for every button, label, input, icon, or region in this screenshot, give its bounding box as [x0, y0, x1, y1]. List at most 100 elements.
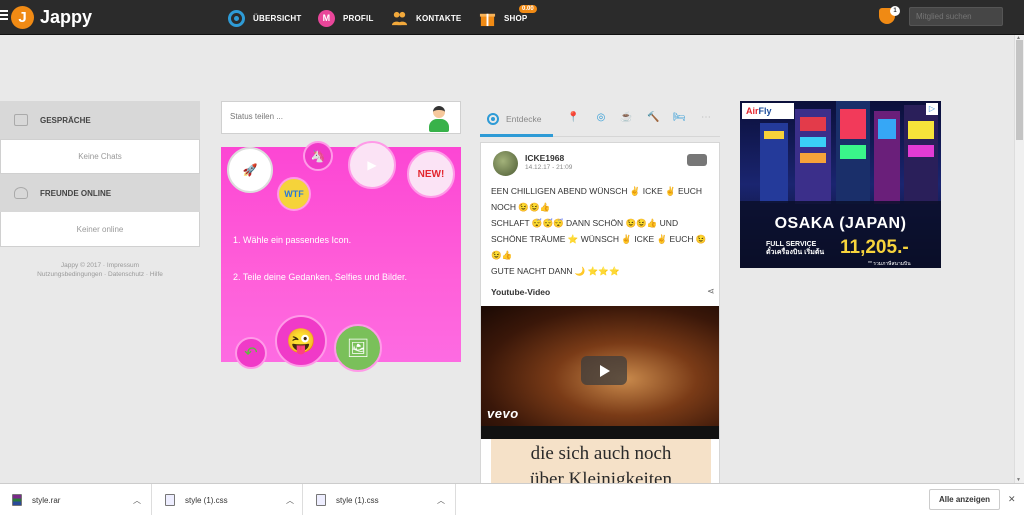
- nav-shop-label: SHOP: [504, 13, 528, 23]
- scrollbar-thumb[interactable]: [1016, 40, 1023, 140]
- post-line: 😉👍: [491, 250, 513, 260]
- feed-post: ICKE1968 14.12.17 - 21:09 EEN CHILLIGEN …: [480, 142, 720, 484]
- download-item[interactable]: style (1).css ︿: [304, 484, 456, 515]
- promo-step-1: 1. Wähle ein passendes Icon.: [233, 235, 352, 245]
- play-button[interactable]: [581, 356, 627, 385]
- chevron-up-icon[interactable]: ︿: [133, 495, 141, 506]
- user-icon: [14, 187, 28, 199]
- media-label: Youtube-Video: [491, 287, 551, 297]
- advertisement-banner[interactable]: AirFly ▷ OSAKA (JAPAN) FULL SERVICE ตั๋ว…: [740, 101, 941, 268]
- chats-header[interactable]: GESPRÄCHE: [0, 101, 200, 139]
- jappy-logo-icon[interactable]: J: [11, 6, 34, 29]
- friends-online-heading: FREUNDE ONLINE: [40, 188, 112, 198]
- ad-info-icon[interactable]: ▷: [926, 103, 938, 115]
- post-author-avatar[interactable]: [493, 151, 518, 176]
- post-line: SCHLAFT 😴😴😴 DANN SCHÖN 😉😉👍 UND: [491, 218, 679, 228]
- ad-title: OSAKA (JAPAN): [774, 215, 907, 232]
- selfie-camera-icon[interactable]: 😜: [275, 315, 327, 367]
- nav-uebersicht-label: ÜBERSICHT: [253, 13, 302, 23]
- discover-icon: [487, 113, 499, 125]
- shop-balance-badge: 0.00: [519, 5, 537, 13]
- css-file-icon: [165, 494, 175, 506]
- friends-empty-state: Keiner online: [0, 212, 200, 247]
- overview-icon: [228, 9, 245, 27]
- image-upload-icon[interactable]: 🖼: [334, 324, 382, 372]
- post-line: NOCH 😉😉👍: [491, 202, 551, 212]
- avatar-body: [429, 119, 449, 132]
- youtube-video-player[interactable]: vevo: [481, 306, 719, 439]
- post-timestamp: 14.12.17 - 21:09: [525, 164, 573, 171]
- footer-line-2[interactable]: Nutzungsbedingungen · Datenschutz · Hilf…: [0, 270, 200, 279]
- chevron-up-icon[interactable]: ︿: [437, 495, 445, 506]
- post-text: EEN CHILLIGEN ABEND WÜNSCH ✌ ICKE ✌ EUCH…: [491, 183, 713, 279]
- undo-arrow-icon[interactable]: ↶: [235, 337, 267, 369]
- top-navigation-bar: J Jappy ÜBERSICHT M PROFIL KONTAKTE SHOP…: [0, 0, 1024, 35]
- video-control-strip: [481, 426, 719, 439]
- download-item[interactable]: style.rar ︿: [0, 484, 152, 515]
- friends-online-header[interactable]: FREUNDE ONLINE: [0, 174, 200, 212]
- footer-line-1[interactable]: Jappy © 2017 · Impressum: [0, 261, 200, 270]
- footer-links: Jappy © 2017 · Impressum Nutzungsbedingu…: [0, 261, 200, 279]
- new-sticker-icon[interactable]: NEW!: [407, 150, 455, 198]
- location-pin-icon[interactable]: 📍: [567, 112, 579, 124]
- ad-service-line: FULL SERVICE: [766, 241, 817, 248]
- vevo-logo: vevo: [487, 406, 519, 421]
- nav-kontakte[interactable]: KONTAKTE: [391, 9, 461, 27]
- ad-logo-part-b: Fly: [758, 106, 772, 116]
- brand-name[interactable]: Jappy: [40, 7, 92, 28]
- quote-line-2: über Kleinigkeiten: [530, 469, 672, 484]
- download-filename: style (1).css: [185, 495, 228, 505]
- nav-kontakte-label: KONTAKTE: [416, 13, 462, 23]
- show-all-downloads-button[interactable]: Alle anzeigen: [929, 489, 1000, 510]
- unicorn-icon[interactable]: 🦄: [303, 141, 333, 171]
- nav-uebersicht[interactable]: ÜBERSICHT: [228, 9, 301, 27]
- status-promo-panel: 🚀 🦄 ▶ NEW! WTF 1. Wähle ein passendes Ic…: [221, 141, 461, 372]
- rar-file-icon: [12, 494, 22, 506]
- left-sidebar: GESPRÄCHE Keine Chats FREUNDE ONLINE Kei…: [0, 101, 200, 279]
- post-line: EEN CHILLIGEN ABEND WÜNSCH ✌ ICKE ✌ EUCH: [491, 186, 703, 196]
- ad-airline-logo: AirFly: [742, 103, 794, 119]
- own-avatar[interactable]: [427, 106, 451, 132]
- chevron-up-icon[interactable]: ︿: [286, 495, 294, 506]
- notification-count-badge: 1: [890, 6, 900, 16]
- contacts-icon: [391, 11, 408, 25]
- download-filename: style (1).css: [336, 495, 379, 505]
- ad-service: FULL SERVICE ตั๋วเครื่องบิน เริ่มต้น: [766, 241, 824, 257]
- chats-empty-state: Keine Chats: [0, 139, 200, 174]
- close-icon[interactable]: ✕: [1008, 494, 1016, 505]
- chats-heading: GESPRÄCHE: [40, 115, 91, 125]
- avatar-head: [433, 106, 445, 118]
- profile-icon: M: [318, 9, 335, 27]
- hamburger-menu-icon[interactable]: [0, 10, 8, 20]
- status-input[interactable]: [230, 112, 410, 121]
- nav-profil[interactable]: M PROFIL: [318, 9, 374, 27]
- share-icon[interactable]: ⋖: [707, 286, 715, 297]
- gift-icon: [479, 13, 496, 26]
- quote-image: die sich auch noch über Kleinigkeiten: [491, 439, 711, 484]
- ad-service-sub: ตั๋วเครื่องบิน เริ่มต้น: [766, 249, 825, 256]
- photo-icon[interactable]: ◎: [595, 112, 607, 124]
- ad-price: 11,205.-: [840, 237, 909, 258]
- post-author-name[interactable]: ICKE1968: [525, 153, 564, 163]
- download-item[interactable]: style (1).css ︿: [153, 484, 303, 515]
- bed-icon[interactable]: 🛏: [673, 112, 686, 124]
- status-composer: [221, 101, 461, 134]
- ad-logo-part-a: Air: [746, 106, 759, 116]
- hammer-icon[interactable]: 🔨: [647, 112, 659, 124]
- video-icon[interactable]: ▶: [348, 141, 396, 189]
- coffee-icon[interactable]: ☕: [620, 112, 632, 124]
- feed-tabs: Entdecke 📍 ◎ ☕ 🔨 🛏 ⋯: [480, 101, 720, 137]
- member-search-input[interactable]: [909, 7, 1003, 26]
- more-icon[interactable]: ⋯: [700, 112, 712, 124]
- post-line: SCHÖNE TRÄUME ⭐ WÜNSCH ✌ ICKE ✌ EUCH 😉: [491, 234, 707, 244]
- promo-step-2: 2. Teile deine Gedanken, Selfies und Bil…: [233, 272, 407, 282]
- download-filename: style.rar: [32, 495, 61, 505]
- wtf-sticker-icon[interactable]: WTF: [277, 177, 311, 211]
- tab-entdecke-label: Entdecke: [506, 114, 542, 124]
- downloads-bar: style.rar ︿ style (1).css ︿ style (1).cs…: [0, 483, 1024, 515]
- quote-line-1: die sich auch noch: [530, 443, 672, 464]
- page-scrollbar[interactable]: ▲ ▼: [1014, 35, 1024, 483]
- rocket-icon[interactable]: 🚀: [227, 147, 273, 193]
- post-line: GUTE NACHT DANN 🌙 ⭐⭐⭐: [491, 266, 620, 276]
- tab-entdecke[interactable]: Entdecke: [487, 113, 541, 125]
